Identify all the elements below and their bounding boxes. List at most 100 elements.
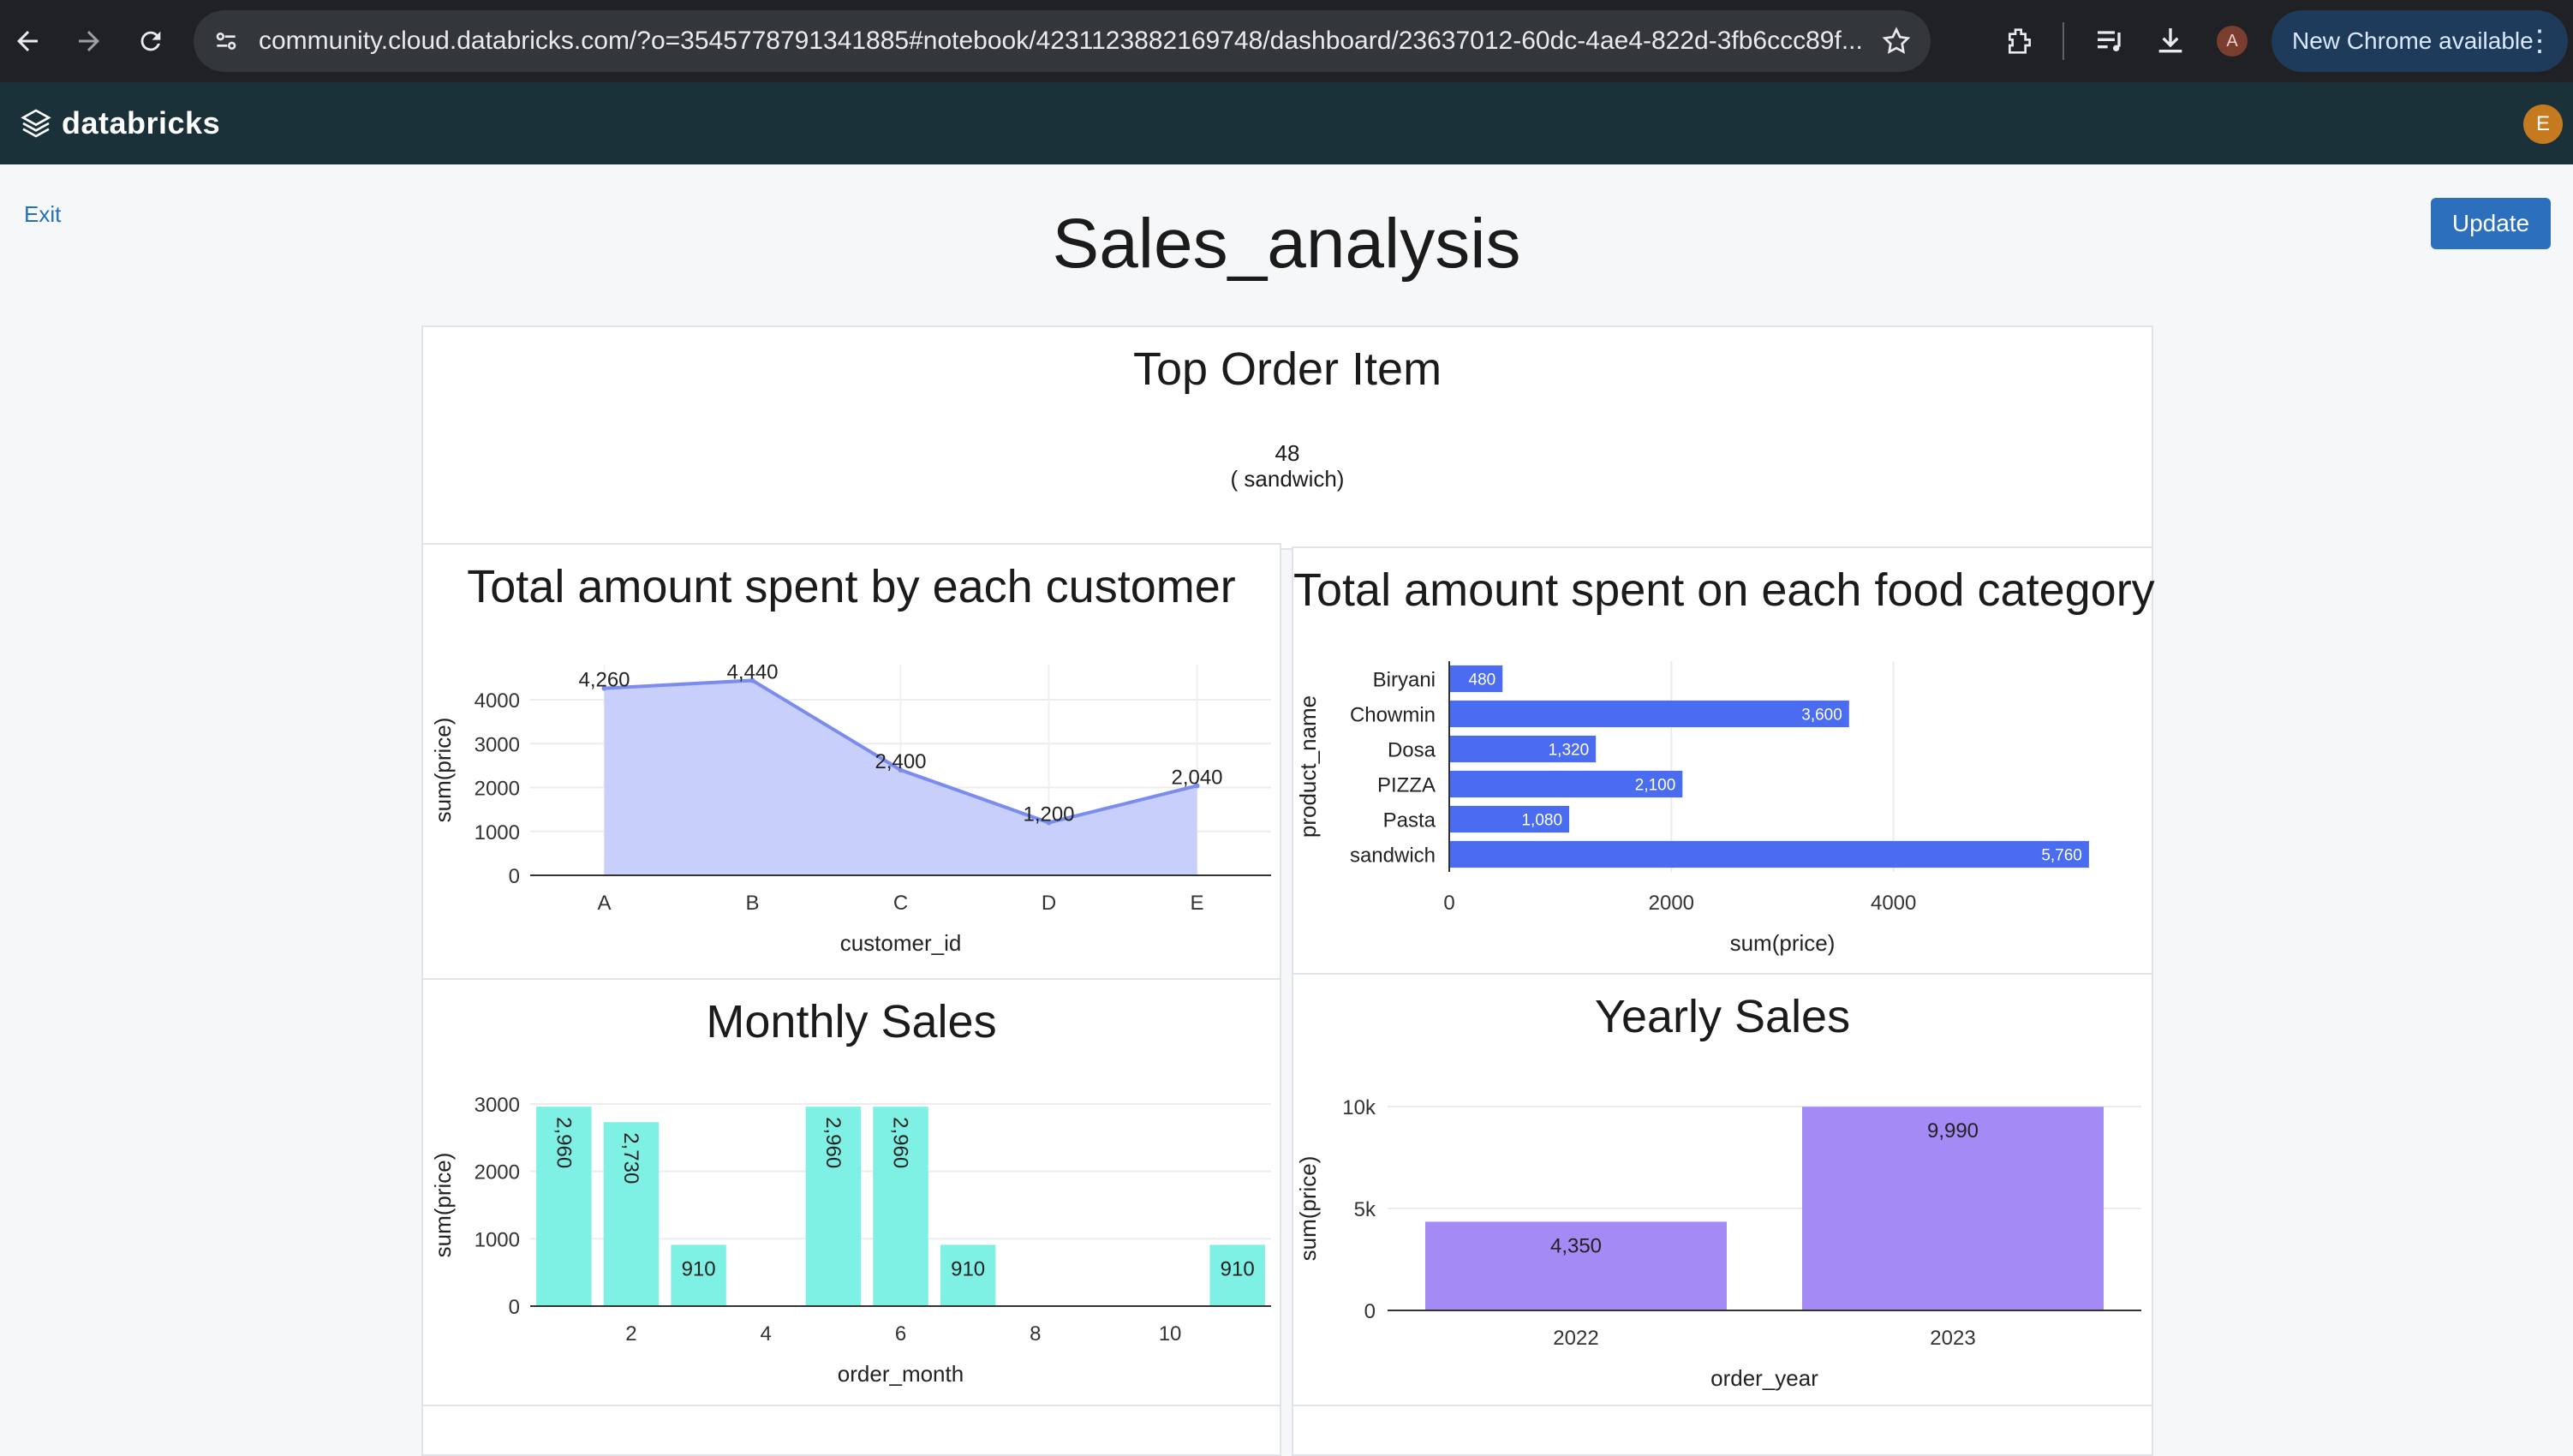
x-tick-label: 6 xyxy=(895,1322,906,1346)
site-settings-icon[interactable] xyxy=(212,27,240,55)
toolbar-divider xyxy=(2063,22,2064,60)
x-tick-label: 4000 xyxy=(1871,892,1916,915)
y-tick-label: 2000 xyxy=(475,778,520,801)
x-tick-label: E xyxy=(1190,892,1203,915)
forward-arrow-icon xyxy=(79,31,99,51)
url-text[interactable]: community.cloud.databricks.com/?o=354577… xyxy=(259,10,1869,72)
y-tick-label: PIZZA xyxy=(1377,774,1436,797)
data-label: 1,200 xyxy=(1023,803,1074,826)
y-tick-label: Biryani xyxy=(1373,669,1436,692)
y-tick-label: sandwich xyxy=(1350,844,1436,868)
data-label: 910 xyxy=(682,1257,716,1280)
counter-widget: Top Order Item 48 ( sandwich) xyxy=(421,325,2153,550)
data-label: 4,440 xyxy=(726,660,778,683)
next-widget-partial xyxy=(1292,1405,2153,1456)
yearly-sales-bar-chart: 0 5k 10k 4,350 2022 9,990 2023 order_year sum(pr… xyxy=(1295,1096,2141,1391)
data-label: 5,760 xyxy=(2041,847,2082,865)
x-tick-label: 8 xyxy=(1030,1322,1041,1346)
browser-toolbar: community.cloud.databricks.com/?o=354577… xyxy=(0,0,2573,82)
x-tick-label: 2022 xyxy=(1553,1327,1598,1350)
data-label: 2,960 xyxy=(889,1117,912,1168)
monthly-sales-bar-chart: 0 1000 2000 3000 2 4 6 8 10 2,960 2,730 910 2,960 2,9… xyxy=(430,1094,1271,1387)
update-notice-label: New Chrome available xyxy=(2292,27,2534,54)
counter-label: ( sandwich) xyxy=(1230,466,1345,492)
y-axis-title: sum(price) xyxy=(430,718,456,823)
data-label: 2,400 xyxy=(875,750,926,773)
download-icon[interactable] xyxy=(2153,24,2188,58)
data-label: 1,320 xyxy=(1549,742,1590,760)
food-category-bar-chart: 0 2000 4000 Biryani 480 Chowmin 3,600 Dosa 1,320… xyxy=(1295,661,2089,956)
data-label: 2,730 xyxy=(619,1132,642,1184)
y-tick-label: 2000 xyxy=(475,1161,520,1184)
bookmark-star-icon[interactable] xyxy=(1881,26,1912,57)
bar xyxy=(1449,700,1849,728)
y-axis-title: product_name xyxy=(1295,695,1321,838)
x-tick-label: C xyxy=(893,892,908,915)
y-tick-label: Pasta xyxy=(1383,809,1436,832)
x-axis-title: order_year xyxy=(1710,1365,1818,1391)
data-label: 2,960 xyxy=(821,1117,845,1168)
y-tick-label: 4000 xyxy=(475,689,520,713)
y-tick-label: 0 xyxy=(509,865,520,888)
y-tick-label: Dosa xyxy=(1388,739,1436,762)
monthly-sales-widget: Monthly Sales 0 1000 2000 3000 2 4 6 8 10 2,960 2,… xyxy=(421,978,1281,1406)
app-header: databricks xyxy=(0,82,2573,164)
y-tick-label: 3000 xyxy=(475,733,520,756)
x-tick-label: 2000 xyxy=(1649,892,1694,915)
back-arrow-icon xyxy=(17,31,38,51)
yearly-sales-widget: Yearly Sales 0 5k 10k 4,350 2022 9,990 2023 ord… xyxy=(1292,973,2153,1406)
y-tick-label: 0 xyxy=(1364,1300,1376,1323)
x-axis-title: order_month xyxy=(838,1361,964,1387)
x-axis-title: sum(price) xyxy=(1730,930,1836,956)
next-widget-partial xyxy=(421,1405,1281,1456)
data-label: 910 xyxy=(951,1257,985,1280)
x-tick-label: 4 xyxy=(761,1322,772,1346)
y-tick-label: 3000 xyxy=(475,1094,520,1117)
x-tick-label: 2023 xyxy=(1930,1327,1975,1350)
app-logo-text[interactable]: databricks xyxy=(62,82,220,164)
more-vertical-icon[interactable]: ⋮ xyxy=(2525,10,2554,72)
x-tick-label: 10 xyxy=(1159,1322,1182,1346)
data-label: 9,990 xyxy=(1927,1119,1979,1143)
data-label: 480 xyxy=(1469,671,1496,689)
x-tick-label: 0 xyxy=(1443,892,1454,915)
x-tick-label: 2 xyxy=(625,1322,636,1346)
counter-value: 48 xyxy=(1275,440,1300,466)
reload-button[interactable] xyxy=(130,21,171,62)
y-tick-label: 1000 xyxy=(475,821,520,844)
user-avatar[interactable]: E xyxy=(2523,104,2563,144)
food-category-widget: Total amount spent on each food category… xyxy=(1292,546,2155,975)
reload-icon xyxy=(140,31,161,51)
bar xyxy=(1449,840,2089,868)
data-label: 3,600 xyxy=(1801,707,1842,725)
customer-spend-widget: Total amount spent by each customer 0 100… xyxy=(421,543,1281,980)
data-label: 4,260 xyxy=(578,669,630,692)
data-label: 4,350 xyxy=(1550,1234,1602,1257)
databricks-logo-icon[interactable] xyxy=(19,106,53,140)
y-tick-label: Chowmin xyxy=(1350,704,1436,727)
y-tick-label: 10k xyxy=(1342,1096,1376,1119)
y-axis-title: sum(price) xyxy=(430,1153,456,1258)
y-tick-label: 0 xyxy=(509,1296,520,1319)
data-label: 1,080 xyxy=(1521,812,1562,830)
y-tick-label: 5k xyxy=(1354,1198,1376,1221)
data-label: 2,100 xyxy=(1635,777,1676,795)
back-button[interactable] xyxy=(7,21,48,62)
address-bar[interactable]: community.cloud.databricks.com/?o=354577… xyxy=(194,10,1931,72)
customer-spend-area-chart: 0 1000 2000 3000 4000 A B C D E 4,260 4,440 2,400 1,2… xyxy=(430,660,1271,956)
extensions-icon[interactable] xyxy=(2003,24,2037,58)
x-tick-label: A xyxy=(597,892,611,915)
y-axis-title: sum(price) xyxy=(1295,1156,1321,1262)
data-label: 910 xyxy=(1221,1257,1255,1280)
x-axis-title: customer_id xyxy=(840,930,962,956)
x-tick-label: B xyxy=(745,892,759,915)
reading-list-icon[interactable] xyxy=(2093,24,2128,58)
data-label: 2,960 xyxy=(552,1117,575,1168)
forward-button[interactable] xyxy=(69,21,110,62)
counter-title: Top Order Item xyxy=(1132,343,1442,395)
new-chrome-available-button[interactable]: New Chrome available ⋮ xyxy=(2272,10,2568,72)
profile-avatar[interactable]: A xyxy=(2217,26,2248,57)
data-label: 2,040 xyxy=(1171,766,1222,789)
y-tick-label: 1000 xyxy=(475,1228,520,1251)
dashboard-title: Sales_analysis xyxy=(1052,205,1521,283)
